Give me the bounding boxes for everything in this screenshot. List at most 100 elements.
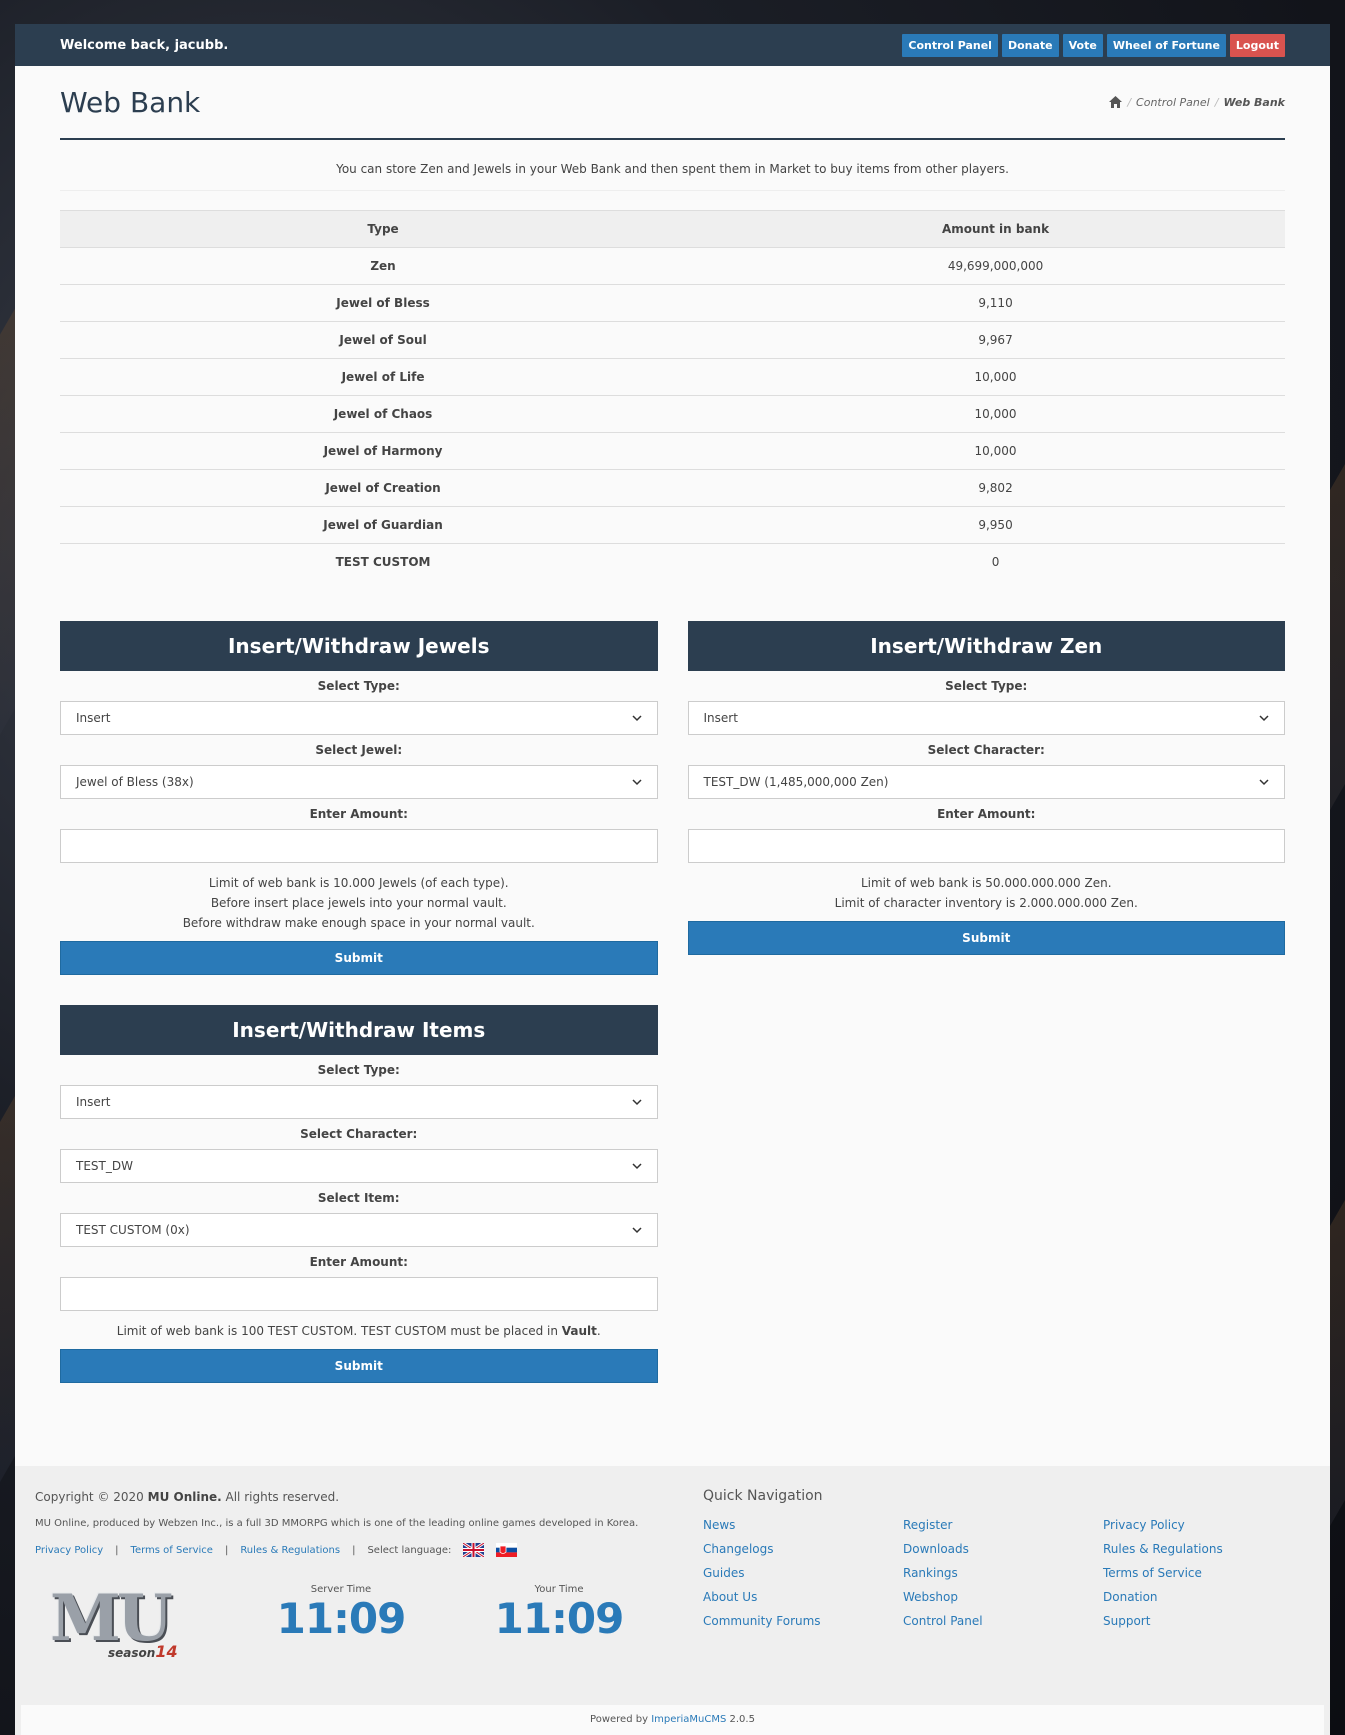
table-row: Jewel of Chaos 10,000 — [60, 395, 1285, 433]
quick-nav-link[interactable]: Rankings — [903, 1566, 1103, 1590]
row-type: Jewel of Chaos — [60, 395, 707, 433]
item-select-value: TEST CUSTOM (0x) — [76, 1222, 190, 1237]
logo-season-number: 14 — [155, 1642, 178, 1661]
jewels-type-select[interactable]: Insert — [60, 700, 658, 735]
jewels-panel: Insert/Withdraw Jewels Select Type: Inse… — [60, 620, 658, 975]
quick-nav-link[interactable]: Register — [903, 1518, 1103, 1542]
items-character-label: Select Character: — [300, 1126, 418, 1141]
footer-link-privacy[interactable]: Privacy Policy — [35, 1545, 103, 1556]
chevron-down-icon — [1259, 714, 1269, 721]
donate-button[interactable]: Donate — [1001, 33, 1059, 57]
items-note: Limit of web bank is 100 TEST CUSTOM. TE… — [60, 1321, 658, 1341]
vote-button[interactable]: Vote — [1062, 33, 1103, 57]
copyright-suffix: All rights reserved. — [221, 1490, 340, 1504]
logo-season-word: season — [108, 1646, 156, 1660]
quick-nav-column: News Changelogs Guides About Us Communit… — [703, 1518, 903, 1638]
footer-links: Privacy Policy | Terms of Service | Rule… — [35, 1543, 655, 1557]
table-row: Jewel of Bless 9,110 — [60, 284, 1285, 322]
items-amount-input[interactable] — [60, 1276, 658, 1311]
quick-nav-link[interactable]: Webshop — [903, 1590, 1103, 1614]
zen-amount-input[interactable] — [687, 828, 1285, 863]
breadcrumb-current: Web Bank — [1223, 95, 1285, 109]
powered-link[interactable]: ImperiaMuCMS — [651, 1714, 726, 1725]
row-amount: 0 — [706, 543, 1285, 581]
chevron-down-icon — [1259, 778, 1269, 785]
page-container: Welcome back, jacubb. Control Panel Dona… — [15, 24, 1330, 1735]
welcome-text: Welcome back, jacubb. — [60, 37, 229, 53]
table-row: Jewel of Creation 9,802 — [60, 469, 1285, 507]
breadcrumb: / Control Panel / Web Bank — [1109, 96, 1285, 109]
jewels-panel-title: Insert/Withdraw Jewels — [60, 620, 658, 671]
copyright: Copyright © 2020 MU Online. All rights r… — [35, 1490, 655, 1504]
zen-type-value: Insert — [703, 710, 738, 725]
zen-character-select[interactable]: TEST_DW (1,485,000,000 Zen) — [687, 764, 1285, 799]
item-select-label: Select Item: — [317, 1190, 400, 1205]
quick-nav-link[interactable]: Downloads — [903, 1542, 1103, 1566]
jewels-note-line: Before withdraw make enough space in you… — [182, 915, 535, 930]
logo-season: season14 — [108, 1642, 178, 1661]
jewels-amount-input[interactable] — [60, 828, 658, 863]
quick-nav-grid: News Changelogs Guides About Us Communit… — [703, 1518, 1303, 1638]
uk-flag-icon[interactable] — [463, 1543, 485, 1557]
powered-by: Powered by ImperiaMuCMS 2.0.5 — [21, 1705, 1324, 1735]
quick-nav-link[interactable]: Community Forums — [703, 1614, 903, 1638]
home-icon[interactable] — [1109, 96, 1123, 108]
table-row: TEST CUSTOM 0 — [60, 543, 1285, 581]
zen-character-value: TEST_DW (1,485,000,000 Zen) — [703, 774, 889, 789]
quick-nav-link[interactable]: Rules & Regulations — [1103, 1542, 1303, 1566]
jewels-submit-button[interactable]: Submit — [60, 940, 658, 975]
row-amount: 49,699,000,000 — [706, 247, 1285, 285]
item-select[interactable]: TEST CUSTOM (0x) — [60, 1212, 658, 1247]
quick-nav-link[interactable]: News — [703, 1518, 903, 1542]
items-panel: Insert/Withdraw Items Select Type: Inser… — [60, 1004, 658, 1383]
quick-nav-column: Privacy Policy Rules & Regulations Terms… — [1103, 1518, 1303, 1638]
chevron-down-icon — [631, 778, 642, 785]
breadcrumb-control-panel[interactable]: Control Panel — [1136, 96, 1210, 109]
main-content: Web Bank / Control Panel / Web Bank You … — [15, 66, 1330, 1383]
top-bar: Welcome back, jacubb. Control Panel Dona… — [15, 24, 1330, 66]
row-type: Jewel of Life — [60, 358, 707, 396]
footer-separator: | — [115, 1544, 119, 1556]
quick-nav-link[interactable]: Changelogs — [703, 1542, 903, 1566]
logout-button[interactable]: Logout — [1229, 33, 1285, 57]
quick-navigation: Quick Navigation News Changelogs Guides … — [703, 1488, 1303, 1638]
footer-link-rules[interactable]: Rules & Regulations — [240, 1545, 340, 1556]
zen-amount-label: Enter Amount: — [937, 806, 1036, 821]
copyright-prefix: Copyright © 2020 — [35, 1490, 148, 1504]
control-panel-button[interactable]: Control Panel — [902, 33, 998, 57]
footer: Copyright © 2020 MU Online. All rights r… — [15, 1466, 1330, 1735]
powered-version: 2.0.5 — [726, 1714, 755, 1725]
table-row: Zen 49,699,000,000 — [60, 247, 1285, 285]
items-note-text: Limit of web bank is 100 TEST CUSTOM. TE… — [116, 1323, 562, 1338]
zen-notes: Limit of web bank is 50.000.000.000 Zen.… — [688, 873, 1286, 913]
jewels-note-line: Before insert place jewels into your nor… — [210, 895, 507, 910]
items-character-select[interactable]: TEST_DW — [60, 1148, 658, 1183]
jewel-select[interactable]: Jewel of Bless (38x) — [60, 764, 658, 799]
items-submit-button[interactable]: Submit — [60, 1348, 658, 1383]
wheel-of-fortune-button[interactable]: Wheel of Fortune — [1106, 33, 1226, 57]
zen-submit-button[interactable]: Submit — [687, 920, 1285, 955]
row-amount: 9,110 — [706, 284, 1285, 322]
quick-nav-link[interactable]: Control Panel — [903, 1614, 1103, 1638]
row-type: Jewel of Harmony — [60, 432, 707, 470]
slovak-flag-icon[interactable] — [496, 1543, 518, 1557]
bank-table: Type Amount in bank Zen 49,699,000,000 Je… — [60, 210, 1285, 581]
items-character-value: TEST_DW — [76, 1158, 133, 1173]
row-type: Jewel of Creation — [60, 469, 707, 507]
zen-panel: Insert/Withdraw Zen Select Type: Insert … — [687, 620, 1286, 955]
quick-nav-link[interactable]: Support — [1103, 1614, 1303, 1638]
quick-nav-link[interactable]: Privacy Policy — [1103, 1518, 1303, 1542]
quick-nav-link[interactable]: Guides — [703, 1566, 903, 1590]
quick-nav-link[interactable]: Donation — [1103, 1590, 1303, 1614]
footer-link-terms[interactable]: Terms of Service — [131, 1545, 213, 1556]
items-type-select[interactable]: Insert — [60, 1084, 658, 1119]
quick-nav-link[interactable]: Terms of Service — [1103, 1566, 1303, 1590]
row-amount: 9,950 — [706, 506, 1285, 544]
table-row: Jewel of Harmony 10,000 — [60, 432, 1285, 470]
items-amount-label: Enter Amount: — [309, 1254, 408, 1269]
quick-nav-link[interactable]: About Us — [703, 1590, 903, 1614]
table-row: Jewel of Soul 9,967 — [60, 321, 1285, 359]
jewels-notes: Limit of web bank is 10.000 Jewels (of e… — [60, 873, 658, 933]
quick-nav-title: Quick Navigation — [703, 1488, 823, 1504]
zen-type-select[interactable]: Insert — [687, 700, 1285, 735]
